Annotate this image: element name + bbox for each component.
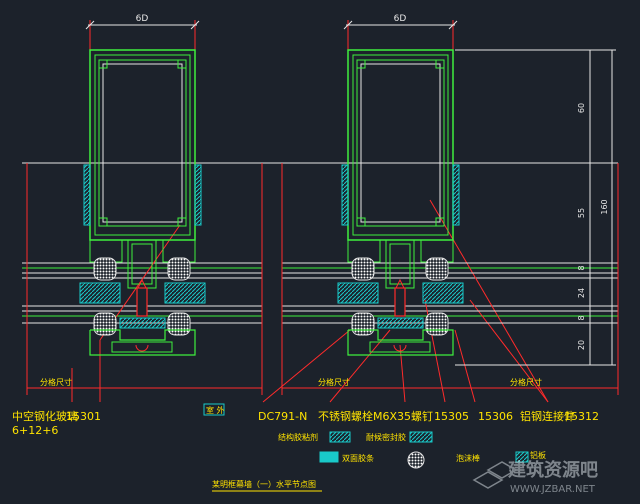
callout-15312: 15312 bbox=[564, 410, 599, 423]
legend-item3-label: 双面胶条 bbox=[342, 453, 374, 463]
dim-8b: 8 bbox=[577, 315, 586, 320]
right-dim-text: 60 55 8 24 8 20 160 bbox=[577, 103, 609, 350]
callout-bolt: 不锈钢螺栓M6X35螺钉 bbox=[318, 409, 433, 423]
cad-drawing: 6D 6D 60 55 8 24 8 20 160 分格尺寸 分格尺寸 分格尺寸… bbox=[12, 14, 619, 495]
span-mid-label: 分格尺寸 bbox=[318, 377, 350, 387]
legend-item1-label: 结构胶粘剂 bbox=[278, 432, 318, 442]
legend-item4-label: 泡沫棒 bbox=[456, 453, 480, 463]
watermark: 建筑资源吧 WWW.JZBAR.NET bbox=[472, 459, 598, 495]
legend-item4-swatch bbox=[407, 451, 425, 469]
span-right-label: 分格尺寸 bbox=[510, 377, 542, 387]
legend-item5-label: 铝板 bbox=[530, 450, 546, 460]
legend-item3-swatch bbox=[319, 451, 339, 463]
span-left-label: 分格尺寸 bbox=[40, 377, 72, 387]
watermark-cn: 建筑资源吧 bbox=[508, 459, 598, 481]
legend-item1-swatch bbox=[329, 431, 351, 443]
red-guide-lines bbox=[26, 20, 619, 403]
legend-item2-swatch bbox=[409, 431, 433, 443]
dim-24: 24 bbox=[577, 288, 586, 298]
dim-55: 55 bbox=[577, 208, 586, 218]
callout-glass-code: 15301 bbox=[66, 410, 101, 423]
left-mullion-node bbox=[79, 49, 206, 356]
dim-right-top: 6D bbox=[394, 14, 407, 24]
dim-left-top: 6D bbox=[136, 14, 149, 24]
dim-8a: 8 bbox=[577, 265, 586, 270]
legend-item2-label: 耐候密封胶 bbox=[366, 432, 406, 442]
legend: 结构胶粘剂 耐候密封胶 双面胶条 泡沫棒 铝板 bbox=[278, 431, 546, 469]
dim-160: 160 bbox=[600, 199, 609, 214]
drawing-title: 某明框幕墙（一）水平节点图 bbox=[212, 479, 316, 489]
small-box-label: 室 外 bbox=[206, 405, 225, 415]
callout-dc: DC791-N bbox=[258, 410, 307, 423]
callout-15306: 15306 bbox=[478, 410, 513, 423]
callout-glass-spec: 6+12+6 bbox=[12, 424, 58, 437]
right-mullion-node bbox=[337, 49, 464, 356]
cad-drawing-canvas: 6D 6D 60 55 8 24 8 20 160 分格尺寸 分格尺寸 分格尺寸… bbox=[0, 0, 640, 504]
callout-15305: 15305 bbox=[434, 410, 469, 423]
dim-20: 20 bbox=[577, 340, 586, 350]
watermark-url: WWW.JZBAR.NET bbox=[510, 484, 596, 495]
right-dimension-chain bbox=[455, 49, 616, 366]
dim-60: 60 bbox=[577, 103, 586, 113]
